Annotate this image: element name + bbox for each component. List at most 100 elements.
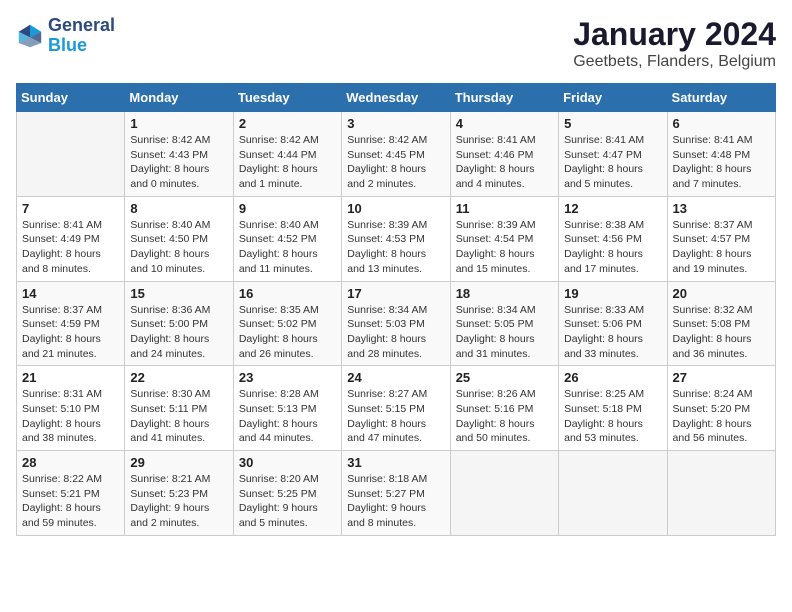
day-info: Sunrise: 8:41 AM Sunset: 4:48 PM Dayligh… [673,133,770,192]
day-number: 26 [564,370,661,385]
calendar-cell: 3 Sunrise: 8:42 AM Sunset: 4:45 PM Daylig… [342,112,450,197]
calendar-cell: 28Sunrise: 8:22 AM Sunset: 5:21 PM Dayli… [17,451,125,536]
calendar-cell: 31 Sunrise: 8:18 AM Sunset: 5:27 PM Dayli… [342,451,450,536]
day-number: 10 [347,201,444,216]
day-number: 24 [347,370,444,385]
day-number: 3 [347,116,444,131]
day-info: Sunrise: 8:30 AM Sunset: 5:11 PM Dayligh… [130,387,227,446]
day-info: Sunrise: 8:33 AM Sunset: 5:06 PM Dayligh… [564,303,661,362]
title-area: January 2024 Geetbets, Flanders, Belgium [573,16,776,71]
weekday-header-friday: Friday [559,84,667,112]
weekday-header-tuesday: Tuesday [233,84,341,112]
week-row-4: 21 Sunrise: 8:31 AM Sunset: 5:10 PM Dayli… [17,366,776,451]
day-info: Sunrise: 8:27 AM Sunset: 5:15 PM Dayligh… [347,387,444,446]
calendar-cell: 16Sunrise: 8:35 AM Sunset: 5:02 PM Dayli… [233,281,341,366]
calendar-cell: 27 Sunrise: 8:24 AM Sunset: 5:20 PM Dayli… [667,366,775,451]
day-number: 23 [239,370,336,385]
day-number: 28 [22,455,119,470]
calendar-table: SundayMondayTuesdayWednesdayThursdayFrid… [16,83,776,536]
day-info: Sunrise: 8:39 AM Sunset: 4:54 PM Dayligh… [456,218,553,277]
day-info: Sunrise: 8:34 AM Sunset: 5:05 PM Dayligh… [456,303,553,362]
calendar-cell [450,451,558,536]
day-number: 17 [347,286,444,301]
weekday-header-sunday: Sunday [17,84,125,112]
calendar-cell: 29 Sunrise: 8:21 AM Sunset: 5:23 PM Dayli… [125,451,233,536]
calendar-cell: 11Sunrise: 8:39 AM Sunset: 4:54 PM Dayli… [450,196,558,281]
day-number: 15 [130,286,227,301]
day-info: Sunrise: 8:40 AM Sunset: 4:52 PM Dayligh… [239,218,336,277]
day-number: 8 [130,201,227,216]
calendar-cell: 30 Sunrise: 8:20 AM Sunset: 5:25 PM Dayli… [233,451,341,536]
day-info: Sunrise: 8:42 AM Sunset: 4:43 PM Dayligh… [130,133,227,192]
day-info: Sunrise: 8:41 AM Sunset: 4:49 PM Dayligh… [22,218,119,277]
calendar-cell: 9 Sunrise: 8:40 AM Sunset: 4:52 PM Daylig… [233,196,341,281]
day-info: Sunrise: 8:18 AM Sunset: 5:27 PM Dayligh… [347,472,444,531]
logo: General Blue [16,16,115,56]
calendar-cell: 20 Sunrise: 8:32 AM Sunset: 5:08 PM Dayli… [667,281,775,366]
day-number: 7 [22,201,119,216]
day-info: Sunrise: 8:41 AM Sunset: 4:46 PM Dayligh… [456,133,553,192]
week-row-1: 1Sunrise: 8:42 AM Sunset: 4:43 PM Daylig… [17,112,776,197]
day-info: Sunrise: 8:40 AM Sunset: 4:50 PM Dayligh… [130,218,227,277]
day-number: 2 [239,116,336,131]
day-info: Sunrise: 8:41 AM Sunset: 4:47 PM Dayligh… [564,133,661,192]
day-info: Sunrise: 8:31 AM Sunset: 5:10 PM Dayligh… [22,387,119,446]
calendar-cell: 15 Sunrise: 8:36 AM Sunset: 5:00 PM Dayli… [125,281,233,366]
day-info: Sunrise: 8:36 AM Sunset: 5:00 PM Dayligh… [130,303,227,362]
calendar-cell: 25Sunrise: 8:26 AM Sunset: 5:16 PM Dayli… [450,366,558,451]
day-info: Sunrise: 8:38 AM Sunset: 4:56 PM Dayligh… [564,218,661,277]
day-info: Sunrise: 8:39 AM Sunset: 4:53 PM Dayligh… [347,218,444,277]
calendar-cell: 21 Sunrise: 8:31 AM Sunset: 5:10 PM Dayli… [17,366,125,451]
day-number: 13 [673,201,770,216]
day-number: 6 [673,116,770,131]
calendar-cell: 13Sunrise: 8:37 AM Sunset: 4:57 PM Dayli… [667,196,775,281]
day-number: 16 [239,286,336,301]
calendar-cell [667,451,775,536]
day-number: 30 [239,455,336,470]
day-info: Sunrise: 8:42 AM Sunset: 4:45 PM Dayligh… [347,133,444,192]
week-row-5: 28Sunrise: 8:22 AM Sunset: 5:21 PM Dayli… [17,451,776,536]
calendar-cell: 1Sunrise: 8:42 AM Sunset: 4:43 PM Daylig… [125,112,233,197]
day-number: 20 [673,286,770,301]
day-info: Sunrise: 8:32 AM Sunset: 5:08 PM Dayligh… [673,303,770,362]
day-number: 18 [456,286,553,301]
weekday-header-thursday: Thursday [450,84,558,112]
calendar-cell: 23Sunrise: 8:28 AM Sunset: 5:13 PM Dayli… [233,366,341,451]
day-info: Sunrise: 8:25 AM Sunset: 5:18 PM Dayligh… [564,387,661,446]
calendar-cell: 12Sunrise: 8:38 AM Sunset: 4:56 PM Dayli… [559,196,667,281]
calendar-cell [17,112,125,197]
day-number: 27 [673,370,770,385]
day-number: 9 [239,201,336,216]
calendar-cell: 17Sunrise: 8:34 AM Sunset: 5:03 PM Dayli… [342,281,450,366]
day-info: Sunrise: 8:42 AM Sunset: 4:44 PM Dayligh… [239,133,336,192]
calendar-cell: 7 Sunrise: 8:41 AM Sunset: 4:49 PM Daylig… [17,196,125,281]
calendar-cell: 5 Sunrise: 8:41 AM Sunset: 4:47 PM Daylig… [559,112,667,197]
day-number: 21 [22,370,119,385]
calendar-cell: 19Sunrise: 8:33 AM Sunset: 5:06 PM Dayli… [559,281,667,366]
logo-icon [16,22,44,50]
week-row-3: 14Sunrise: 8:37 AM Sunset: 4:59 PM Dayli… [17,281,776,366]
page-header: General Blue January 2024 Geetbets, Flan… [16,16,776,71]
day-info: Sunrise: 8:37 AM Sunset: 4:59 PM Dayligh… [22,303,119,362]
calendar-cell: 26 Sunrise: 8:25 AM Sunset: 5:18 PM Dayli… [559,366,667,451]
calendar-cell: 22Sunrise: 8:30 AM Sunset: 5:11 PM Dayli… [125,366,233,451]
calendar-cell: 10 Sunrise: 8:39 AM Sunset: 4:53 PM Dayli… [342,196,450,281]
day-info: Sunrise: 8:20 AM Sunset: 5:25 PM Dayligh… [239,472,336,531]
main-title: January 2024 [573,16,776,53]
calendar-cell: 14Sunrise: 8:37 AM Sunset: 4:59 PM Dayli… [17,281,125,366]
calendar-cell: 24 Sunrise: 8:27 AM Sunset: 5:15 PM Dayli… [342,366,450,451]
weekday-header-monday: Monday [125,84,233,112]
weekday-header-saturday: Saturday [667,84,775,112]
calendar-cell: 2 Sunrise: 8:42 AM Sunset: 4:44 PM Daylig… [233,112,341,197]
weekday-header-row: SundayMondayTuesdayWednesdayThursdayFrid… [17,84,776,112]
day-number: 25 [456,370,553,385]
day-number: 29 [130,455,227,470]
day-info: Sunrise: 8:21 AM Sunset: 5:23 PM Dayligh… [130,472,227,531]
subtitle: Geetbets, Flanders, Belgium [573,53,776,71]
week-row-2: 7 Sunrise: 8:41 AM Sunset: 4:49 PM Daylig… [17,196,776,281]
calendar-cell: 4 Sunrise: 8:41 AM Sunset: 4:46 PM Daylig… [450,112,558,197]
day-number: 4 [456,116,553,131]
day-info: Sunrise: 8:24 AM Sunset: 5:20 PM Dayligh… [673,387,770,446]
day-number: 5 [564,116,661,131]
day-number: 31 [347,455,444,470]
